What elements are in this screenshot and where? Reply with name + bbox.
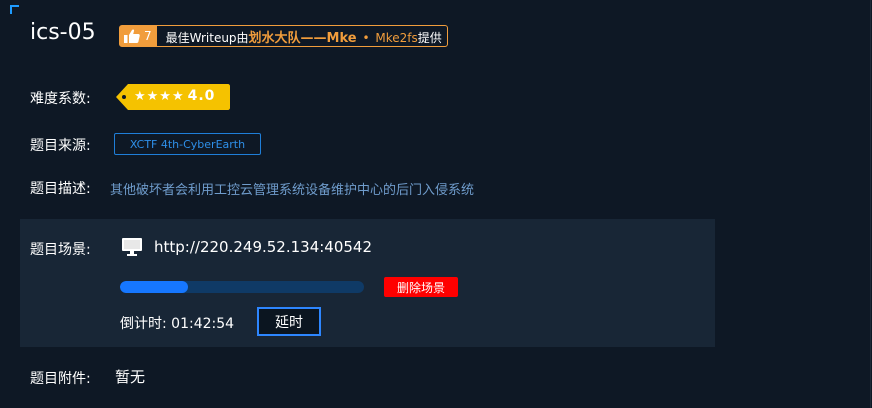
countdown: 倒计时: 01:42:54 [120, 313, 234, 333]
like-counter[interactable]: 7 [120, 26, 157, 46]
corner-decoration [10, 5, 19, 14]
difficulty-stars: ★★★★ [134, 89, 185, 104]
attachment-label: 题目附件: [30, 371, 91, 387]
countdown-label: 倒计时: [120, 316, 167, 332]
difficulty-score: 4.0 [187, 88, 216, 104]
like-count: 7 [144, 29, 152, 43]
best-writeup-badge[interactable]: 7 最佳Writeup由划水大队——Mke • Mke2fs提供 [119, 25, 448, 47]
writeup-credit: 最佳Writeup由划水大队——Mke • Mke2fs提供 [157, 27, 447, 46]
scene-url[interactable]: http://220.249.52.134:40542 [154, 238, 372, 256]
delay-button[interactable]: 延时 [257, 307, 321, 336]
writeup-prefix: 最佳Writeup由 [165, 30, 249, 45]
description-text: 其他破坏者会利用工控云管理系统设备维护中心的后门入侵系统 [110, 183, 475, 198]
attachment-value: 暂无 [115, 368, 146, 386]
description-label: 题目描述: [30, 181, 91, 197]
writeup-suffix: 提供 [417, 30, 442, 45]
delete-scene-button[interactable]: 删除场景 [384, 277, 458, 297]
countdown-value: 01:42:54 [171, 316, 235, 332]
writeup-author[interactable]: Mke2fs [375, 31, 417, 45]
scene-label: 题目场景: [30, 242, 91, 258]
difficulty-label: 难度系数: [30, 91, 91, 107]
writeup-team[interactable]: 划水大队——Mke [249, 31, 357, 46]
challenge-title: ics-05 [30, 20, 96, 45]
monitor-icon [122, 238, 142, 256]
time-progress-bar [120, 281, 364, 293]
scene-panel: 题目场景: http://220.249.52.134:40542 删除场景 倒… [20, 219, 715, 347]
source-tag: XCTF 4th-CyberEarth [114, 133, 261, 155]
source-label: 题目来源: [30, 138, 91, 154]
difficulty-badge: ★★★★ 4.0 [116, 84, 230, 110]
thumbs-up-icon [124, 29, 140, 43]
separator-dot: • [362, 30, 370, 45]
time-progress-fill [120, 281, 189, 293]
